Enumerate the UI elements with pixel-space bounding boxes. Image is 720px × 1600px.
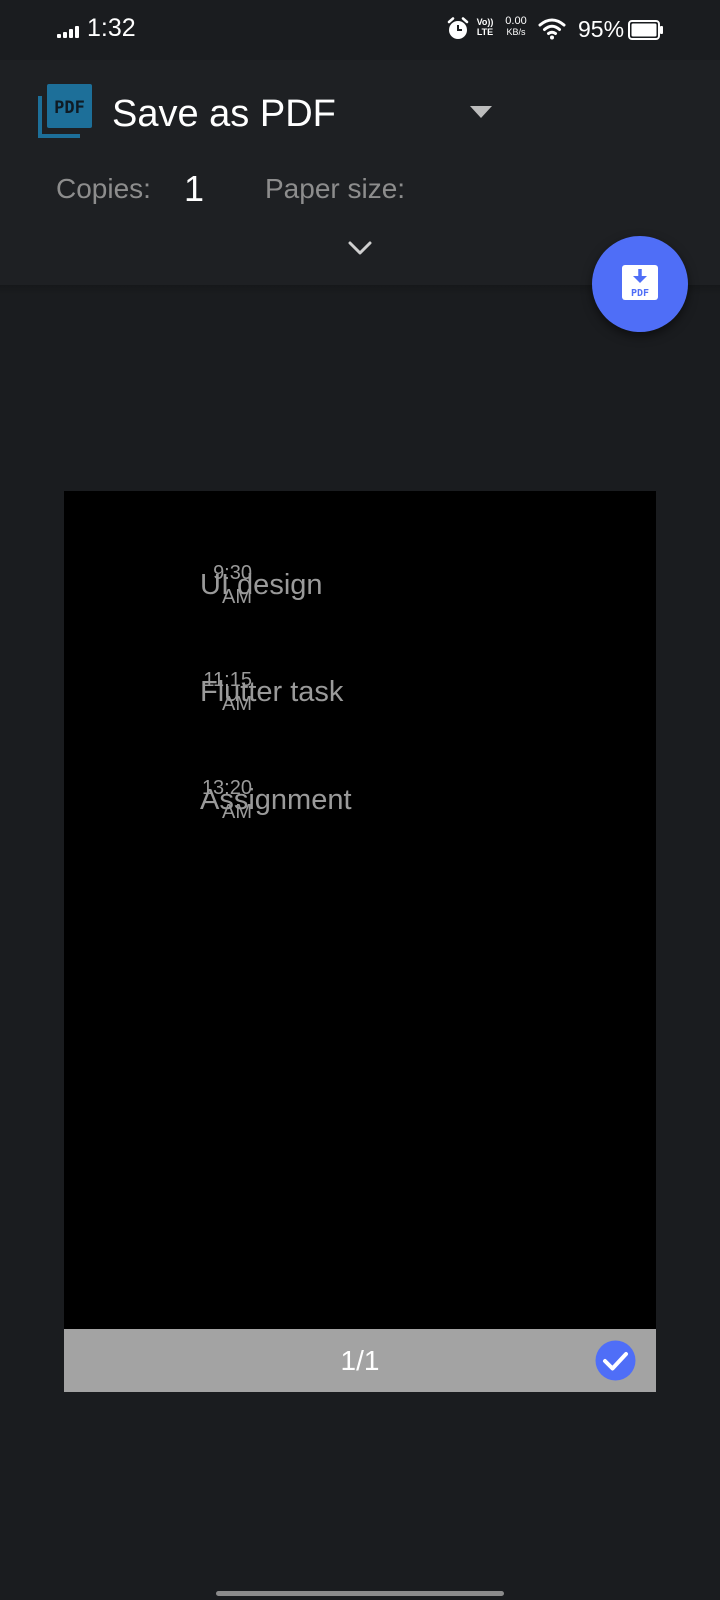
task-name: UI design (200, 569, 323, 601)
printer-selector[interactable]: Save as PDF (112, 93, 336, 136)
battery-percentage: 95% (578, 16, 625, 42)
battery-icon (628, 20, 663, 40)
page-preview[interactable]: 9:30 AM UI design 11:15 AM Flutter task … (64, 491, 656, 1329)
pdf-logo-icon: PDF (38, 84, 92, 138)
copies-label: Copies: (56, 173, 151, 204)
signal-strength-icon (57, 26, 81, 38)
wifi-icon (538, 18, 566, 40)
pdf-download-icon: PDF (622, 265, 658, 300)
task-name: Assignment (200, 784, 352, 816)
home-indicator[interactable] (216, 1591, 504, 1596)
svg-text:PDF: PDF (631, 288, 649, 299)
page-count: 1/1 (340, 1345, 380, 1376)
chevron-down-icon[interactable] (347, 240, 373, 256)
status-time: 1:32 (87, 14, 136, 42)
task-item: 13:20 AM Assignment (64, 776, 656, 846)
copies-input[interactable]: 1 (184, 168, 204, 210)
alarm-icon (447, 17, 469, 39)
print-screen: 1:32 Vo)) LTE 0.00 KB/s 95% PDF Save as … (0, 0, 720, 1600)
lte-label: LTE (476, 27, 494, 37)
check-icon[interactable] (595, 1340, 636, 1381)
paper-size-label: Paper size: (265, 173, 406, 204)
task-name: Flutter task (200, 676, 344, 708)
dropdown-arrow-icon[interactable] (470, 106, 492, 118)
svg-text:PDF: PDF (54, 98, 85, 118)
volte-label: Vo)) (476, 17, 494, 27)
network-speed-unit: KB/s (506, 27, 526, 37)
network-speed-value: 0.00 (505, 15, 527, 27)
task-item: 11:15 AM Flutter task (64, 668, 656, 738)
task-item: 9:30 AM UI design (64, 561, 656, 631)
volte-icon: Vo)) LTE (475, 17, 495, 37)
network-speed: 0.00 KB/s (501, 16, 531, 38)
page-indicator-bar: 1/1 (64, 1329, 656, 1392)
status-bar: 1:32 Vo)) LTE 0.00 KB/s 95% (0, 0, 720, 60)
download-pdf-button[interactable]: PDF (592, 236, 688, 332)
